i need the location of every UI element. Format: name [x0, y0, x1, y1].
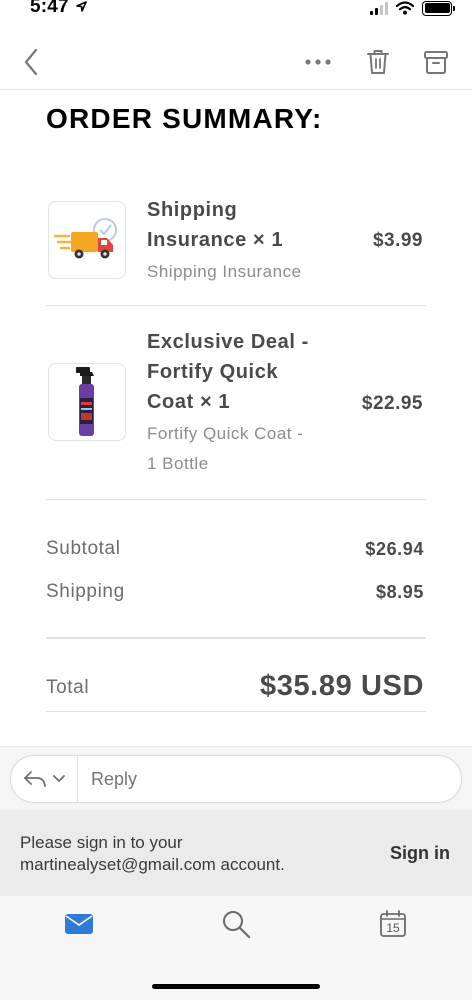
item-name-line: Exclusive Deal -: [147, 331, 309, 353]
wifi-icon: [396, 1, 414, 15]
spray-bottle-icon: [76, 367, 94, 436]
calendar-icon: 15: [380, 910, 406, 937]
more-dots-icon: [305, 59, 331, 65]
mail-icon: [65, 914, 93, 934]
item-thumbnail: [48, 363, 126, 441]
shipping-label: Shipping: [46, 581, 125, 602]
cellular-signal-icon: [370, 1, 388, 15]
reply-bar: [0, 746, 472, 810]
subtotal-label: Subtotal: [46, 538, 121, 559]
order-summary-title: ORDER SUMMARY:: [46, 103, 323, 134]
back-button[interactable]: [14, 42, 48, 82]
item-name-line: Coat × 1: [147, 391, 231, 413]
tab-calendar[interactable]: 15: [371, 906, 415, 942]
order-item: Exclusive Deal - Fortify Quick Coat × 1 …: [46, 327, 426, 487]
location-arrow-icon: [76, 1, 87, 12]
chevron-down-icon: [53, 775, 65, 782]
order-item: Shipping Insurance × 1 Shipping Insuranc…: [46, 195, 426, 295]
shipping-value: $8.95: [375, 582, 424, 602]
archive-icon: [424, 51, 448, 74]
sign-in-button[interactable]: Sign in: [390, 843, 450, 864]
item-description: Shipping Insurance: [147, 262, 302, 281]
search-icon: [223, 911, 251, 939]
message-toolbar: [0, 40, 472, 84]
item-name-line: Shipping: [147, 199, 238, 221]
item-description: Fortify Quick Coat -: [147, 424, 304, 443]
more-options-button[interactable]: [298, 42, 338, 82]
item-name-line: Insurance × 1: [147, 229, 284, 251]
tab-search[interactable]: [214, 906, 258, 942]
reply-options-button[interactable]: [11, 756, 78, 802]
delete-button[interactable]: [358, 42, 398, 82]
divider: [46, 711, 426, 712]
tab-mail[interactable]: [57, 906, 101, 942]
trash-icon: [367, 50, 389, 74]
reply-input[interactable]: [91, 769, 431, 790]
archive-button[interactable]: [416, 42, 456, 82]
reply-arrow-icon: [24, 771, 46, 787]
item-thumbnail: [48, 201, 126, 279]
reply-box: [10, 755, 462, 803]
signin-message-line: martinealyset@gmail.com account.: [20, 855, 285, 874]
home-indicator: [152, 984, 320, 989]
item-price: $22.95: [361, 393, 423, 414]
toolbar-divider: [0, 89, 472, 90]
item-name-line: Fortify Quick: [147, 361, 279, 383]
status-time: 5:47: [30, 0, 69, 17]
item-price: $3.99: [372, 230, 423, 251]
signin-message: Please sign in to your martinealyset@gma…: [20, 832, 360, 876]
status-bar: 5:47: [0, 0, 472, 22]
subtotal-value: $26.94: [365, 539, 424, 559]
divider: [46, 305, 426, 306]
delivery-truck-icon: [53, 218, 117, 259]
item-description: 1 Bottle: [147, 454, 209, 473]
signin-message-line: Please sign in to your: [20, 833, 183, 852]
calendar-day: 15: [386, 921, 400, 935]
chevron-left-icon: [24, 48, 38, 76]
signin-banner: Please sign in to your martinealyset@gma…: [0, 810, 472, 896]
total-value: $35.89 USD: [260, 670, 424, 702]
total-label: Total: [46, 677, 90, 698]
divider: [46, 499, 426, 500]
battery-icon: [422, 0, 455, 16]
divider: [46, 637, 426, 639]
